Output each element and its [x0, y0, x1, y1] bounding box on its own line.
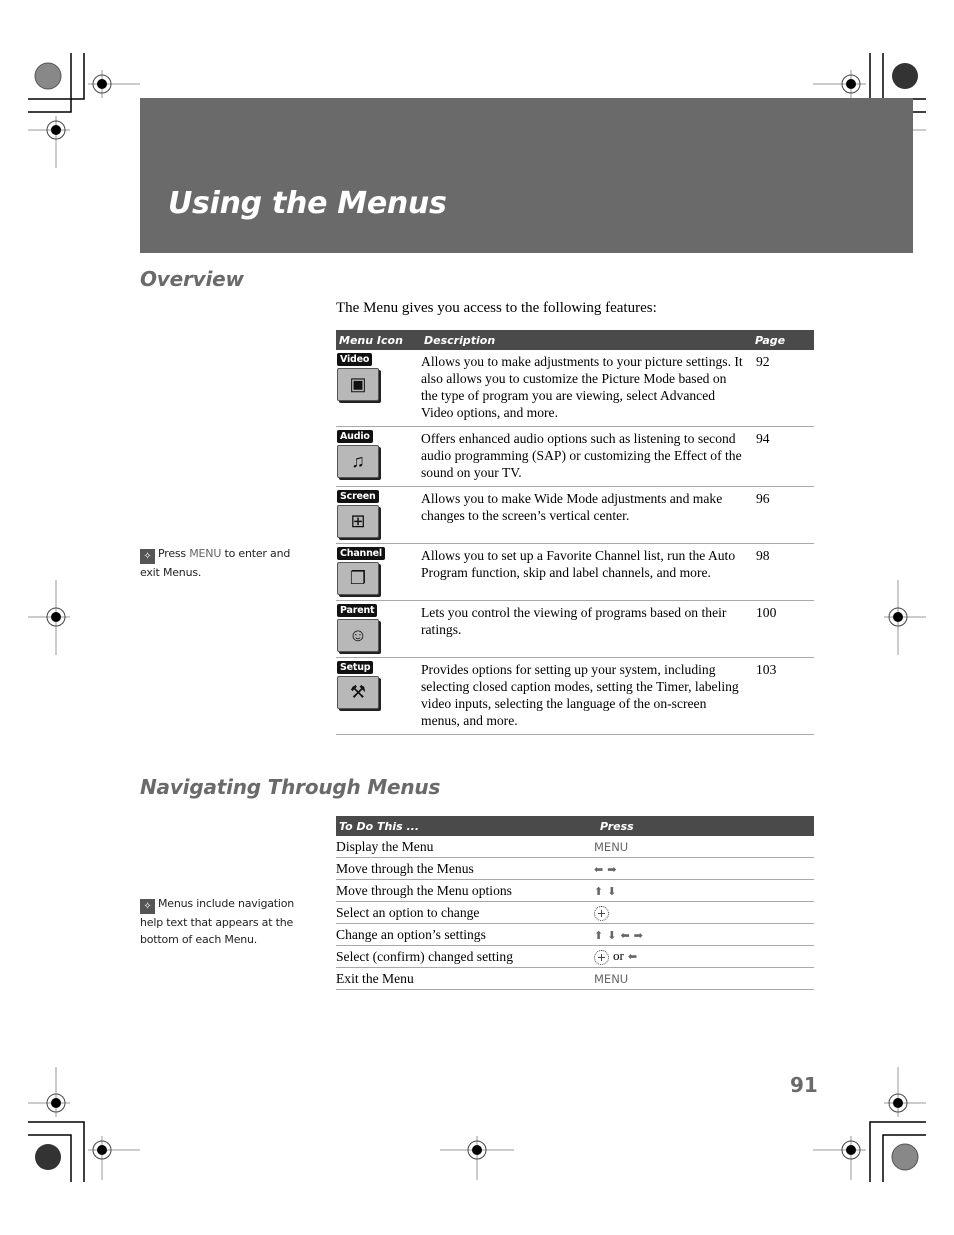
table-header-row: To Do This ... Press	[336, 816, 814, 836]
menu-icon-cell: Video ▣	[336, 350, 421, 427]
description-cell: Allows you to set up a Favorite Channel …	[421, 543, 752, 601]
table-header-row: Menu Icon Description Page	[336, 330, 814, 350]
action-cell: Move through the Menus	[336, 857, 594, 880]
menu-icon-picture: ⚒	[337, 676, 379, 709]
column-header: Page	[752, 330, 814, 350]
press-cell	[594, 901, 814, 924]
press-cell: or ⬅	[594, 945, 814, 968]
chapter-banner: Using the Menus	[140, 98, 913, 253]
action-cell: Display the Menu	[336, 836, 594, 858]
page-cell: 103	[752, 657, 814, 735]
tip-press-menu: ✧ Press MENU to enter and exit Menus.	[140, 547, 291, 579]
menu-icon-label: Channel	[337, 547, 385, 560]
video-icon: Video ▣	[337, 353, 379, 401]
menu-icon-picture: ♫	[337, 445, 379, 478]
arrow-left-icon: ⬅	[594, 863, 604, 876]
page-number: 91	[790, 1073, 818, 1097]
or-text: or	[613, 948, 624, 964]
description-cell: Allows you to make adjustments to your p…	[421, 350, 752, 427]
page-cell: 92	[752, 350, 814, 427]
joystick-icon	[594, 905, 609, 921]
description-cell: Lets you control the viewing of programs…	[421, 600, 752, 658]
page-cell: 94	[752, 426, 814, 487]
navigation-table: To Do This ... Press Display the Menu ME…	[336, 816, 814, 990]
table-row: Screen ⊞ Allows you to make Wide Mode ad…	[336, 486, 814, 544]
menu-icon-label: Audio	[337, 430, 373, 443]
navigating-heading: Navigating Through Menus	[140, 775, 441, 799]
table-row: Channel ❐ Allows you to set up a Favorit…	[336, 543, 814, 601]
menu-icon-cell: Channel ❐	[336, 543, 421, 601]
action-cell: Exit the Menu	[336, 967, 594, 990]
press-cell: MENU	[594, 836, 814, 858]
arrow-right-icon: ➡	[607, 863, 617, 876]
description-cell: Provides options for setting up your sys…	[421, 657, 752, 735]
table-row: Audio ♫ Offers enhanced audio options su…	[336, 426, 814, 487]
overview-intro: The Menu gives you access to the followi…	[336, 300, 657, 316]
table-row: Move through the Menus ⬅ ➡	[336, 857, 814, 880]
action-cell: Select (confirm) changed setting	[336, 945, 594, 968]
description-cell: Allows you to make Wide Mode adjustments…	[421, 486, 752, 544]
lightbulb-icon: ✧	[140, 899, 155, 914]
table-row: Parent ☺ Lets you control the viewing of…	[336, 600, 814, 658]
menu-icon-cell: Screen ⊞	[336, 486, 421, 544]
press-cell: ⬆ ⬇	[594, 879, 814, 902]
description-cell: Offers enhanced audio options such as li…	[421, 426, 752, 487]
parent-icon: Parent ☺	[337, 604, 379, 652]
table-row: Select (confirm) changed setting or ⬅	[336, 945, 814, 968]
table-row: Exit the Menu MENU	[336, 967, 814, 990]
menu-key: MENU	[594, 971, 629, 986]
setup-icon: Setup ⚒	[337, 661, 379, 709]
screen-icon: Screen ⊞	[337, 490, 379, 538]
table-row: Move through the Menu options ⬆ ⬇	[336, 879, 814, 902]
menu-icon-label: Video	[337, 353, 373, 366]
page-title: Using the Menus	[168, 186, 447, 221]
menu-icon-label: Setup	[337, 661, 374, 674]
menu-icon-picture: ☺	[337, 619, 379, 652]
lightbulb-icon: ✧	[140, 549, 155, 564]
table-row: Setup ⚒ Provides options for setting up …	[336, 657, 814, 735]
press-cell: ⬆ ⬇ ⬅ ➡	[594, 923, 814, 946]
menu-icon-label: Parent	[337, 604, 378, 617]
menu-icon-label: Screen	[337, 490, 379, 503]
table-row: Change an option’s settings ⬆ ⬇ ⬅ ➡	[336, 923, 814, 946]
menu-features-table: Menu Icon Description Page Video ▣ Allow…	[336, 330, 814, 735]
tip-navigation-help: ✧ Menus include navigation help text that…	[140, 897, 295, 946]
arrow-up-icon: ⬆	[594, 929, 604, 942]
press-cell: MENU	[594, 967, 814, 990]
arrow-up-icon: ⬆	[594, 885, 604, 898]
menu-icon-cell: Setup ⚒	[336, 657, 421, 735]
menu-icon-picture: ⊞	[337, 505, 379, 538]
menu-icon-picture: ❐	[337, 562, 379, 595]
table-row: Display the Menu MENU	[336, 836, 814, 858]
menu-keyword: MENU	[189, 547, 222, 560]
press-cell: ⬅ ➡	[594, 857, 814, 880]
column-header: To Do This ...	[336, 816, 594, 836]
joystick-icon	[594, 949, 609, 965]
page-cell: 98	[752, 543, 814, 601]
arrow-down-icon: ⬇	[607, 929, 617, 942]
column-header: Press	[594, 816, 814, 836]
menu-icon-picture: ▣	[337, 368, 379, 401]
menu-key: MENU	[594, 839, 629, 854]
channel-icon: Channel ❐	[337, 547, 385, 595]
arrow-left-icon: ⬅	[627, 951, 638, 964]
arrow-down-icon: ⬇	[607, 885, 617, 898]
overview-heading: Overview	[140, 267, 244, 291]
page-cell: 100	[752, 600, 814, 658]
action-cell: Move through the Menu options	[336, 879, 594, 902]
table-row: Select an option to change	[336, 901, 814, 924]
table-row: Video ▣ Allows you to make adjustments t…	[336, 350, 814, 427]
column-header: Description	[421, 330, 752, 350]
column-header: Menu Icon	[336, 330, 421, 350]
menu-icon-cell: Parent ☺	[336, 600, 421, 658]
menu-icon-cell: Audio ♫	[336, 426, 421, 487]
action-cell: Change an option’s settings	[336, 923, 594, 946]
audio-icon: Audio ♫	[337, 430, 379, 478]
page-cell: 96	[752, 486, 814, 544]
action-cell: Select an option to change	[336, 901, 594, 924]
arrow-right-icon: ➡	[633, 929, 643, 942]
arrow-left-icon: ⬅	[620, 929, 630, 942]
